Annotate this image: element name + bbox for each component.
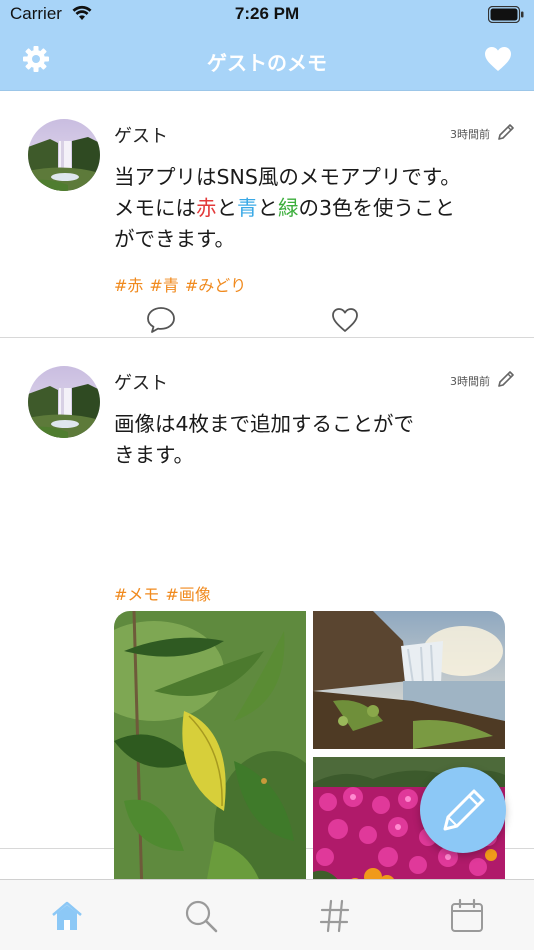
hashtag-icon[interactable] — [317, 898, 353, 934]
post-body-line: 当アプリはSNS風のメモアプリです。 — [114, 165, 461, 189]
text-segment: メモには — [114, 196, 196, 220]
post-time: 3時間前 — [450, 375, 490, 388]
heart-icon[interactable] — [484, 46, 512, 72]
green-text: 緑 — [278, 196, 299, 220]
text-segment: の3色を使うこと — [298, 196, 456, 220]
tab-bar — [0, 879, 534, 950]
post-body: 当アプリはSNS風のメモアプリです。 メモには赤と青と緑の3色を使うこと ができ… — [114, 162, 514, 255]
avatar[interactable] — [28, 119, 100, 191]
post-body: 画像は4枚まで追加することがで きます。 — [114, 409, 514, 471]
tag-red[interactable]: #赤 — [114, 276, 143, 295]
navigation-bar: ゲストのメモ — [0, 30, 534, 91]
avatar[interactable] — [28, 366, 100, 438]
text-segment: と — [216, 196, 238, 220]
status-bar: Carrier 7:26 PM — [0, 0, 534, 30]
waterfall-photo[interactable] — [313, 611, 505, 749]
post-body-line: メモには赤と青と緑の3色を使うこと — [114, 193, 514, 224]
search-icon[interactable] — [183, 898, 219, 934]
tag-memo[interactable]: #メモ — [114, 585, 159, 604]
memo-feed[interactable]: ゲスト 3時間前 当アプリはSNS風のメモアプリです。 メモには赤と青と緑の3色… — [0, 92, 534, 879]
post-body-line: ができます。 — [114, 227, 235, 251]
edit-pencil-icon[interactable] — [496, 369, 516, 389]
tag-blue[interactable]: #青 — [149, 276, 178, 295]
post-body-line: 画像は4枚まで追加することがで — [114, 412, 415, 436]
pencil-icon — [443, 789, 485, 831]
compose-button[interactable] — [420, 767, 506, 853]
memo-post[interactable]: ゲスト 3時間前 当アプリはSNS風のメモアプリです。 メモには赤と青と緑の3色… — [0, 92, 534, 338]
clock: 7:26 PM — [234, 4, 300, 23]
battery-icon — [488, 6, 524, 23]
text-segment: と — [257, 196, 279, 220]
calendar-icon[interactable] — [449, 898, 485, 934]
post-time: 3時間前 — [450, 128, 490, 141]
like-heart-icon[interactable] — [331, 307, 359, 333]
comment-icon[interactable] — [146, 306, 176, 334]
blue-text: 青 — [237, 196, 258, 220]
home-icon[interactable] — [49, 898, 85, 934]
tag-list: #メモ #画像 — [114, 581, 211, 605]
edit-pencil-icon[interactable] — [496, 122, 516, 142]
author-name: ゲスト — [114, 126, 168, 147]
tag-midori[interactable]: #みどり — [185, 276, 246, 295]
tag-image[interactable]: #画像 — [165, 585, 210, 604]
post-body-line: きます。 — [114, 443, 194, 467]
tag-list: #赤 #青 #みどり — [114, 272, 246, 296]
page-title: ゲストのメモ — [207, 51, 327, 75]
red-text: 赤 — [196, 196, 217, 220]
leaf-photo[interactable] — [114, 611, 306, 879]
author-name: ゲスト — [114, 373, 168, 394]
